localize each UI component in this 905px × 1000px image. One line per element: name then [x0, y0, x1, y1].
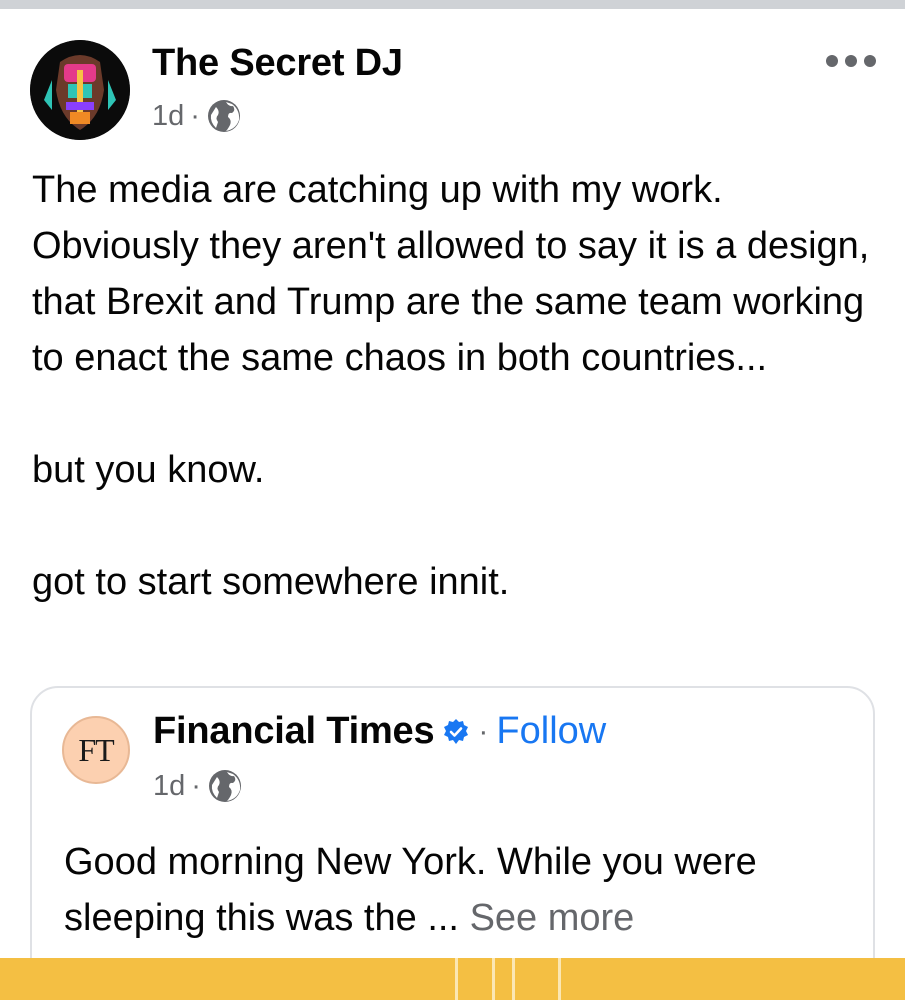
preview-detail	[512, 958, 515, 1000]
post-paragraph: got to start somewhere innit.	[32, 561, 510, 603]
post-time[interactable]: 1d	[152, 100, 184, 133]
shared-meta: 1d ·	[153, 768, 243, 804]
top-divider	[0, 0, 905, 9]
preview-detail	[492, 958, 495, 1000]
meta-separator: ·	[190, 99, 200, 132]
preview-detail	[558, 958, 561, 1000]
follow-separator: ·	[478, 714, 489, 748]
shared-post-text: Good morning New York. While you were sl…	[64, 834, 854, 946]
more-options-button[interactable]	[826, 48, 876, 74]
more-dot	[845, 55, 857, 67]
follow-button[interactable]: Follow	[496, 710, 606, 753]
author-name[interactable]: The Secret DJ	[152, 42, 403, 85]
post-paragraph: but you know.	[32, 449, 265, 491]
shared-author-name[interactable]: Financial Times	[153, 710, 435, 753]
shared-text-body: Good morning New York. While you were sl…	[64, 841, 757, 939]
ft-avatar[interactable]: FT	[62, 716, 130, 784]
preview-detail	[455, 958, 458, 1000]
verified-badge-icon	[444, 718, 469, 744]
see-more-link[interactable]: See more	[470, 897, 635, 939]
post-meta: 1d ·	[152, 98, 242, 134]
globe-icon	[207, 100, 240, 132]
globe-icon	[208, 770, 241, 802]
meta-separator: ·	[191, 769, 201, 802]
more-dot	[864, 55, 876, 67]
post-paragraph: The media are catching up with my work. …	[32, 169, 870, 379]
post-header: The Secret DJ 1d ·	[30, 40, 880, 140]
post-body: The media are catching up with my work. …	[32, 162, 882, 610]
shared-media-preview[interactable]	[0, 958, 905, 1000]
shared-author-row: Financial Times · Follow	[153, 710, 606, 753]
more-dot	[826, 55, 838, 67]
avatar[interactable]	[30, 40, 130, 140]
shared-time[interactable]: 1d	[153, 770, 185, 803]
shared-post-card[interactable]: FT Financial Times · Follow 1d · Good mo…	[30, 686, 875, 1000]
